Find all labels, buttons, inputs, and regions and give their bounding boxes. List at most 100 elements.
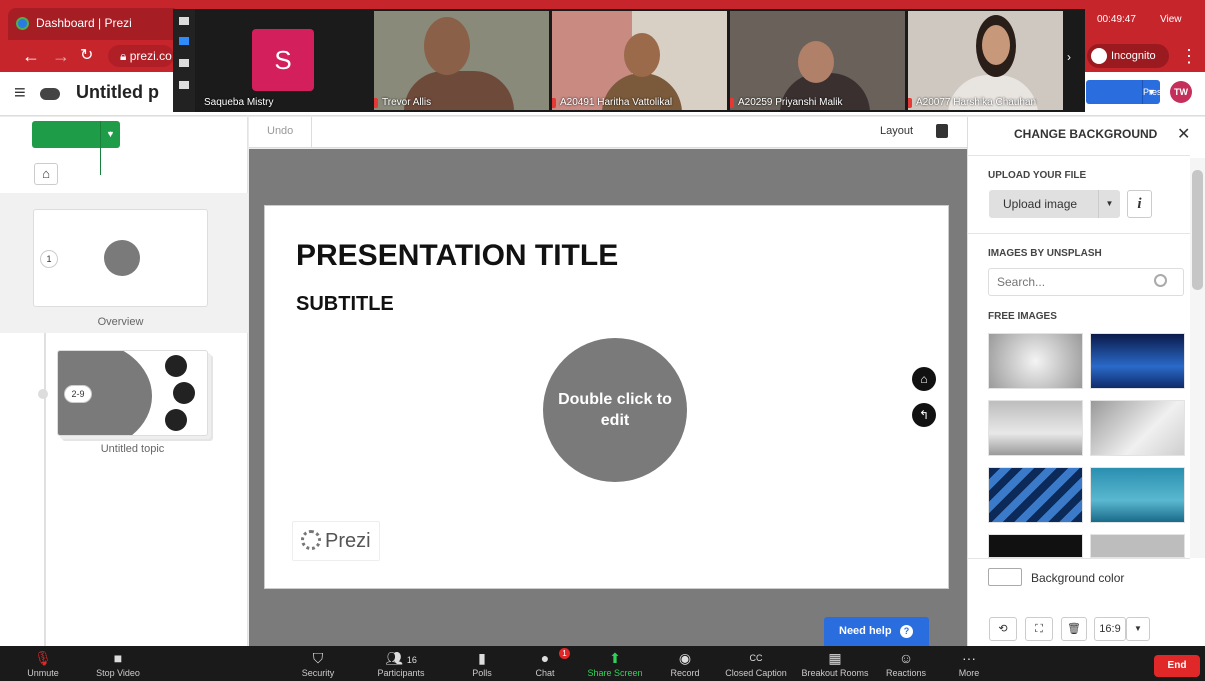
hamburger-menu-icon[interactable]: ≡ — [14, 82, 26, 105]
layout-button[interactable]: Layout — [880, 125, 913, 137]
free-image-thumbnail[interactable] — [988, 534, 1083, 558]
unmute-label: Unmute — [27, 668, 59, 678]
participant-face — [982, 25, 1010, 65]
overview-thumbnail[interactable]: 1 — [33, 209, 208, 307]
video-tile-1[interactable]: S Saqueba Mistry — [196, 11, 371, 110]
slide-title[interactable]: PRESENTATION TITLE — [296, 239, 618, 273]
home-icon[interactable]: ⌂ — [34, 163, 58, 185]
aspect-ratio-select[interactable]: 16:9 — [1094, 617, 1126, 641]
browser-menu-icon[interactable]: ⋮ — [1180, 40, 1198, 72]
overview-label: Overview — [97, 316, 144, 328]
shield-icon: ⛉ — [312, 650, 324, 666]
incognito-badge[interactable]: Incognito — [1087, 44, 1169, 68]
share-screen-button[interactable]: ⬆ Share Screen — [584, 648, 646, 678]
topic-dropdown-icon[interactable]: ▼ — [100, 121, 120, 148]
present-dropdown-icon[interactable]: ▼ — [1142, 80, 1160, 104]
browser-tab[interactable]: Dashboard | Prezi — [8, 8, 180, 40]
slide-subtitle[interactable]: SUBTITLE — [296, 293, 394, 316]
close-icon[interactable]: ✕ — [1177, 124, 1190, 144]
free-images-label: FREE IMAGES — [988, 311, 1057, 322]
speaker-view-icon[interactable] — [179, 37, 189, 45]
topic-circle[interactable]: Double click to edit — [543, 338, 687, 482]
gallery-view-icon[interactable] — [179, 59, 189, 67]
participants-button[interactable]: 👥︎ 16 Participants — [370, 648, 432, 678]
cc-icon: CC — [749, 653, 763, 663]
toolbar-divider — [311, 117, 312, 148]
participant-name: A20077 Harshika Chauhan — [916, 97, 1037, 108]
security-button[interactable]: ⛉ Security — [296, 648, 340, 678]
free-image-thumbnail[interactable] — [988, 400, 1083, 456]
video-tile-2[interactable]: Trevor Allis — [374, 11, 549, 110]
fullscreen-icon[interactable]: ⛶ — [1025, 617, 1053, 641]
prezi-logo-text: Prezi — [325, 530, 371, 552]
video-tile-4[interactable]: A20259 Priyanshi Malik — [730, 11, 905, 110]
topic-thumbnail[interactable]: 2-9 — [57, 350, 208, 436]
address-field[interactable]: 🔒︎ prezi.co — [108, 45, 174, 67]
free-image-thumbnail[interactable] — [1090, 400, 1185, 456]
panel-divider — [967, 558, 1190, 559]
user-avatar[interactable]: TW — [1170, 81, 1192, 103]
aspect-ratio-dropdown-icon[interactable]: ▼ — [1126, 617, 1150, 641]
participants-label: Participants — [377, 668, 425, 678]
free-image-thumbnail[interactable] — [1090, 333, 1185, 389]
zoom-view-menu[interactable]: View — [1160, 14, 1182, 25]
chat-button[interactable]: ● 1 Chat — [528, 648, 570, 678]
back-icon[interactable]: ← — [22, 40, 40, 72]
video-tile-3[interactable]: A20491 Haritha Vattolikal — [552, 11, 727, 110]
zoom-view-controls[interactable] — [173, 9, 195, 112]
chat-badge: 1 — [559, 648, 570, 659]
polls-button[interactable]: ▮ Polls — [466, 648, 498, 678]
share-screen-label: Share Screen — [587, 668, 643, 678]
trash-icon[interactable]: 🗑︎ — [1061, 617, 1087, 641]
topic-label: Untitled topic — [100, 443, 165, 455]
search-icon[interactable] — [1154, 274, 1167, 287]
unmute-button[interactable]: 🎙︎ Unmute — [18, 648, 68, 678]
strip-view-icon[interactable] — [179, 17, 189, 25]
free-image-thumbnail[interactable] — [1090, 467, 1185, 523]
more-button[interactable]: ··· More — [952, 648, 986, 678]
upload-dropdown-icon[interactable]: ▼ — [1098, 190, 1120, 218]
prezi-logo: Prezi — [292, 521, 380, 561]
reactions-button[interactable]: ☺ Reactions — [882, 648, 930, 678]
hide-video-icon[interactable] — [179, 81, 189, 89]
upload-image-button[interactable]: Upload image — [989, 190, 1098, 218]
muted-mic-icon — [374, 98, 378, 108]
participant-name: A20259 Priyanshi Malik — [738, 97, 843, 108]
present-button[interactable]: Present ▼ — [1086, 80, 1174, 104]
free-image-thumbnail[interactable] — [1090, 534, 1185, 558]
free-image-thumbnail[interactable] — [988, 467, 1083, 523]
document-title[interactable]: Untitled p — [76, 82, 159, 103]
add-topic-button[interactable]: + Topic ▼ — [32, 121, 122, 175]
layout-icon[interactable] — [936, 124, 948, 138]
participants-count: 16 — [406, 655, 417, 665]
topic-circle-text: Double click to edit — [558, 391, 672, 429]
topic-number: 2-9 — [64, 385, 92, 403]
canvas-back-icon[interactable]: ↰ — [912, 403, 936, 427]
reload-icon[interactable]: ↻ — [80, 40, 93, 72]
chat-icon: ● 1 — [528, 648, 570, 668]
participants-icon: 👥︎ 16 — [385, 650, 417, 666]
closed-caption-button[interactable]: CC Closed Caption — [720, 648, 792, 678]
share-screen-icon: ⬆ — [609, 650, 621, 666]
breakout-rooms-button[interactable]: ▦ Breakout Rooms — [798, 648, 872, 678]
prezi-logo-icon — [301, 530, 321, 550]
canvas-home-icon[interactable]: ⌂ — [912, 367, 936, 391]
stop-video-label: Stop Video — [96, 668, 140, 678]
scrollbar-thumb[interactable] — [1192, 170, 1203, 290]
record-button[interactable]: ◉ Record — [666, 648, 704, 678]
need-help-button[interactable]: Need help? — [824, 617, 929, 646]
reset-icon[interactable]: ⟲ — [989, 617, 1017, 641]
muted-mic-icon — [908, 98, 912, 108]
stop-video-button[interactable]: ■ Stop Video — [88, 648, 148, 678]
background-color-swatch[interactable] — [988, 568, 1022, 586]
video-tile-5[interactable]: A20077 Harshika Chauhan — [908, 11, 1063, 110]
undo-button[interactable]: Undo — [267, 125, 293, 137]
meeting-timer: 00:49:47 — [1097, 14, 1136, 25]
info-button[interactable]: i — [1127, 190, 1152, 218]
next-participants-icon[interactable]: › — [1067, 50, 1071, 64]
upload-section-label: UPLOAD YOUR FILE — [988, 170, 1087, 181]
end-meeting-button[interactable]: End — [1154, 655, 1200, 677]
free-image-thumbnail[interactable] — [988, 333, 1083, 389]
overview-circle — [104, 240, 140, 276]
lock-icon: 🔒︎ — [120, 49, 130, 63]
